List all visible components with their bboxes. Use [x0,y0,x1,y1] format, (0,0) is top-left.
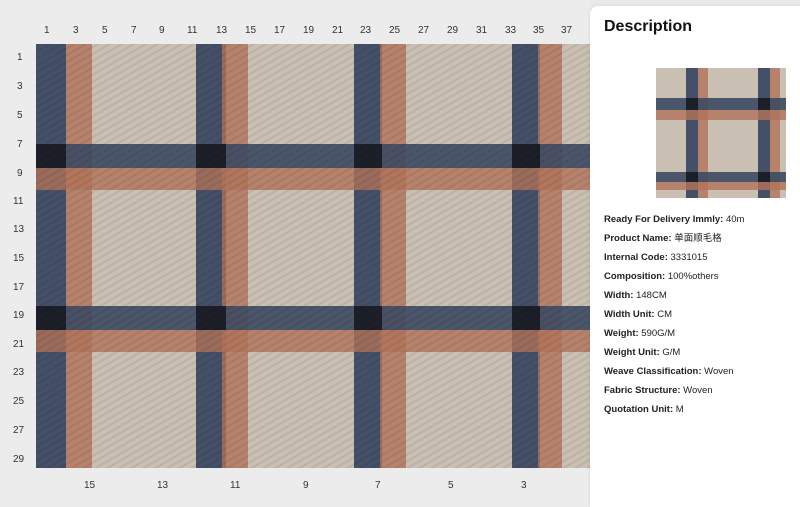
ruler-top-label: 35 [533,25,545,36]
ruler-top-label: 29 [447,25,459,36]
property-row: Ready For Delivery Immly: 40m [604,210,794,229]
fabric-viewer[interactable]: 1 3 5 7 9 11 13 15 17 19 21 23 25 27 29 31 33 35 37 135791… [0,0,590,507]
ruler-left-label: 11 [13,196,24,207]
ruler-bottom-label: 7 [375,480,381,491]
ruler-left: 1 3 5 7 9 11 13 15 17 19 21 23 25 27 29 [0,0,36,507]
ruler-top-label: 13 [216,25,228,36]
property-value: Woven [701,366,734,377]
property-row: Weight: 590G/M [604,324,794,343]
property-key: Fabric Structure: [604,385,681,396]
ruler-bottom-label: 11 [230,480,241,491]
property-row: Composition: 100%others [604,267,794,286]
property-row: Weight Unit: G/M [604,343,794,362]
property-row: Product Name: 单面顺毛格 [604,229,794,248]
ruler-top-label: 37 [561,25,573,36]
ruler-left-label: 1 [17,52,23,63]
property-key: Weight: [604,328,639,339]
property-row: Weave Classification: Woven [604,362,794,381]
property-value: 590G/M [638,328,676,339]
property-value: G/M [659,347,681,358]
ruler-bottom-label: 15 [84,480,96,491]
property-key: Width Unit: [604,309,655,320]
property-key: Width: [604,290,634,301]
property-key: Ready For Delivery Immly: [604,214,724,225]
property-list: Ready For Delivery Immly: 40m Product Nam… [604,210,794,419]
ruler-left-label: 27 [13,425,25,436]
property-value: Woven [680,385,713,396]
property-row: Fabric Structure: Woven [604,381,794,400]
ruler-left-label: 9 [17,168,23,179]
ruler-bottom: 15 13 11 9 7 5 3 [0,467,590,507]
ruler-top-label: 23 [360,25,372,36]
ruler-top-label: 1 [44,25,50,36]
property-value: 3331015 [667,252,708,263]
ruler-bottom-label: 5 [448,480,454,491]
fabric-swatch-image [36,44,590,468]
ruler-left-label: 29 [13,454,25,465]
ruler-top-label: 5 [102,25,108,36]
property-key: Weave Classification: [604,366,702,377]
property-key: Quotation Unit: [604,404,674,415]
ruler-left-label: 7 [17,139,23,150]
property-value: 单面顺毛格 [671,233,722,244]
property-value: 100%others [665,271,719,282]
description-panel: Description Ready For Delivery Immly: 40… [590,6,800,507]
ruler-left-label: 19 [13,310,25,321]
property-key: Internal Code: [604,252,668,263]
ruler-top-label: 31 [476,25,488,36]
ruler-top-label: 27 [418,25,430,36]
ruler-top-label: 17 [274,25,286,36]
ruler-top-label: 9 [159,25,165,36]
property-value: 40m [723,214,745,225]
ruler-top: 1 3 5 7 9 11 13 15 17 19 21 23 25 27 29 31 33 35 37 [0,0,590,44]
fabric-thumbnail[interactable] [656,68,786,198]
ruler-top-label: 25 [389,25,401,36]
ruler-bottom-label: 3 [521,480,527,491]
property-row: Width: 148CM [604,286,794,305]
property-key: Product Name: [604,233,672,244]
panel-title: Description [604,18,693,35]
property-value: 148CM [633,290,667,301]
property-key: Weight Unit: [604,347,660,358]
property-key: Composition: [604,271,666,282]
ruler-bottom-label: 13 [157,480,169,491]
ruler-left-label: 23 [13,367,25,378]
property-value: CM [654,309,672,320]
ruler-top-label: 33 [505,25,517,36]
ruler-top-label: 11 [187,25,198,36]
ruler-top-label: 19 [303,25,315,36]
ruler-top-label: 3 [73,25,79,36]
ruler-left-label: 3 [17,81,23,92]
property-value: M [673,404,684,415]
ruler-left-label: 17 [13,282,25,293]
property-row: Width Unit: CM [604,305,794,324]
ruler-bottom-label: 9 [303,480,309,491]
ruler-left-label: 21 [13,339,25,350]
ruler-left-label: 13 [13,224,25,235]
ruler-left-label: 25 [13,396,25,407]
ruler-left-label: 5 [17,110,23,121]
property-row: Quotation Unit: M [604,400,794,419]
ruler-top-label: 15 [245,25,257,36]
ruler-left-label: 15 [13,253,25,264]
ruler-top-label: 21 [332,25,344,36]
property-row: Internal Code: 3331015 [604,248,794,267]
ruler-top-label: 7 [131,25,137,36]
